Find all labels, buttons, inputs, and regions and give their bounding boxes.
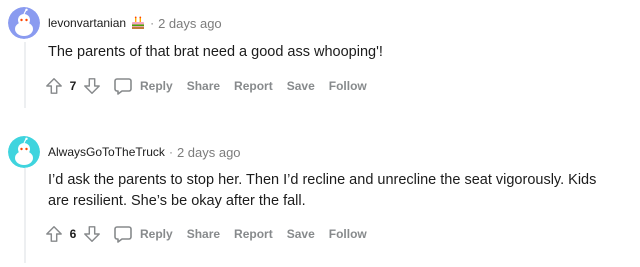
- upvote-button[interactable]: [42, 222, 66, 246]
- vote-score: 7: [69, 79, 77, 93]
- share-button[interactable]: Share: [187, 79, 220, 93]
- vote-controls: 7: [42, 74, 104, 98]
- follow-button[interactable]: Follow: [329, 79, 367, 93]
- reply-button[interactable]: Reply: [112, 75, 173, 97]
- reply-button[interactable]: Reply: [112, 223, 173, 245]
- vote-controls: 6: [42, 222, 104, 246]
- upvote-arrow-icon: [46, 226, 62, 242]
- downvote-button[interactable]: [80, 222, 104, 246]
- comment-actions: 7 Reply Share Report Save Follow: [42, 74, 367, 98]
- author-name[interactable]: AlwaysGoToTheTruck: [48, 145, 165, 159]
- comment-header: AlwaysGoToTheTruck · 2 days ago: [48, 142, 241, 162]
- avatar[interactable]: [8, 136, 40, 168]
- separator-dot: ·: [150, 16, 155, 30]
- avatar[interactable]: [8, 7, 40, 39]
- reply-label: Reply: [140, 227, 173, 241]
- downvote-button[interactable]: [80, 74, 104, 98]
- reply-label: Reply: [140, 79, 173, 93]
- share-button[interactable]: Share: [187, 227, 220, 241]
- save-button[interactable]: Save: [287, 227, 315, 241]
- separator-dot: ·: [168, 145, 173, 159]
- follow-button[interactable]: Follow: [329, 227, 367, 241]
- comment-body: I’d ask the parents to stop her. Then I’…: [48, 172, 597, 209]
- author-name[interactable]: levonvartanian: [48, 16, 126, 30]
- report-button[interactable]: Report: [234, 79, 273, 93]
- upvote-button[interactable]: [42, 74, 66, 98]
- downvote-arrow-icon: [84, 78, 100, 94]
- downvote-arrow-icon: [84, 226, 100, 242]
- comment-bubble-icon: [112, 223, 134, 245]
- timestamp[interactable]: 2 days ago: [158, 16, 222, 31]
- cake-icon: [130, 15, 146, 31]
- vote-score: 6: [69, 227, 77, 241]
- comment: levonvartanian · 2 days ago The parents …: [0, 0, 640, 108]
- thread-line[interactable]: [24, 168, 26, 263]
- timestamp[interactable]: 2 days ago: [177, 145, 241, 160]
- comment: AlwaysGoToTheTruck · 2 days ago I’d ask …: [0, 130, 640, 267]
- thread-line[interactable]: [24, 42, 26, 108]
- comment-header: levonvartanian · 2 days ago: [48, 13, 222, 33]
- upvote-arrow-icon: [46, 78, 62, 94]
- save-button[interactable]: Save: [287, 79, 315, 93]
- report-button[interactable]: Report: [234, 227, 273, 241]
- comment-actions: 6 Reply Share Report Save Follow: [42, 222, 367, 246]
- comment-bubble-icon: [112, 75, 134, 97]
- comment-body: The parents of that brat need a good ass…: [48, 44, 383, 60]
